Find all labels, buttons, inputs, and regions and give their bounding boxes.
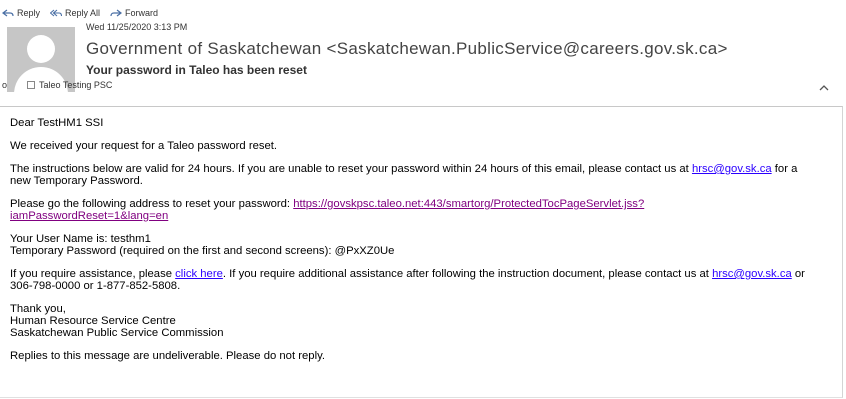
recipient-checkbox-icon <box>27 81 36 89</box>
message-header: Reply Reply All Forward Wed 11/25/2020 3… <box>0 0 846 106</box>
forward-button[interactable]: Forward <box>110 8 158 18</box>
message-subject: Your password in Taleo has been reset <box>86 63 307 77</box>
footer-note: Replies to this message are undeliverabl… <box>10 350 326 362</box>
forward-icon <box>110 9 123 17</box>
credentials-paragraph: Your User Name is: testhm1 Temporary Pass… <box>10 233 810 257</box>
avatar-head-shape <box>27 35 55 63</box>
action-bar: Reply Reply All Forward <box>2 8 158 18</box>
reply-all-label: Reply All <box>65 8 101 18</box>
reply-all-button[interactable]: Reply All <box>50 8 100 18</box>
reply-button[interactable]: Reply <box>2 8 40 18</box>
greeting: Dear TestHM1 SSI <box>10 117 104 129</box>
hrsc-email-link[interactable]: hrsc@gov.sk.ca <box>692 163 772 175</box>
reset-link-line2: iamPasswordReset=1&lang=en <box>10 210 169 222</box>
message-content: Dear TestHM1 SSI We received your reques… <box>10 117 810 373</box>
recipient-line: o Taleo Testing PSC <box>2 80 112 90</box>
reset-link-line1: https://govskpsc.taleo.net:443/smartorg/… <box>293 198 645 210</box>
click-here-link[interactable]: click here <box>175 268 223 280</box>
assistance-text: If you require assistance, please <box>10 268 176 280</box>
assistance-paragraph: If you require assistance, please click … <box>10 268 810 292</box>
forward-label: Forward <box>125 8 159 18</box>
sent-date: Wed 11/25/2020 3:13 PM <box>86 22 188 32</box>
username-line: Your User Name is: testhm1 <box>10 233 151 245</box>
chevron-up-icon[interactable] <box>816 80 832 96</box>
signature-line-1: Human Resource Service Centre <box>10 315 176 327</box>
thanks-line: Thank you, <box>10 303 66 315</box>
reply-label: Reply <box>17 8 41 18</box>
password-line: Temporary Password (required on the firs… <box>10 245 395 257</box>
reply-all-icon <box>50 9 63 17</box>
instructions-text: The instructions below are valid for 24 … <box>10 163 692 175</box>
recipient-name[interactable]: Taleo Testing PSC <box>39 80 112 90</box>
hrsc-email-link-2[interactable]: hrsc@gov.sk.ca <box>712 268 792 280</box>
signature: Thank you, Human Resource Service Centre S… <box>10 303 810 339</box>
reset-address-paragraph: Please go the following address to reset… <box>10 198 810 222</box>
recipient-prefix: o <box>2 80 8 90</box>
sender-name[interactable]: Government of Saskatchewan <Saskatchewan… <box>86 39 728 59</box>
instructions-paragraph: The instructions below are valid for 24 … <box>10 163 810 187</box>
intro-paragraph: We received your request for a Taleo pas… <box>10 140 278 152</box>
reply-icon <box>2 9 14 17</box>
signature-line-2: Saskatchewan Public Service Commission <box>10 327 224 339</box>
assistance-mid: . If you require additional assistance a… <box>222 268 713 280</box>
message-body: Dear TestHM1 SSI We received your reques… <box>0 106 843 398</box>
reset-address-text: Please go the following address to reset… <box>10 198 294 210</box>
